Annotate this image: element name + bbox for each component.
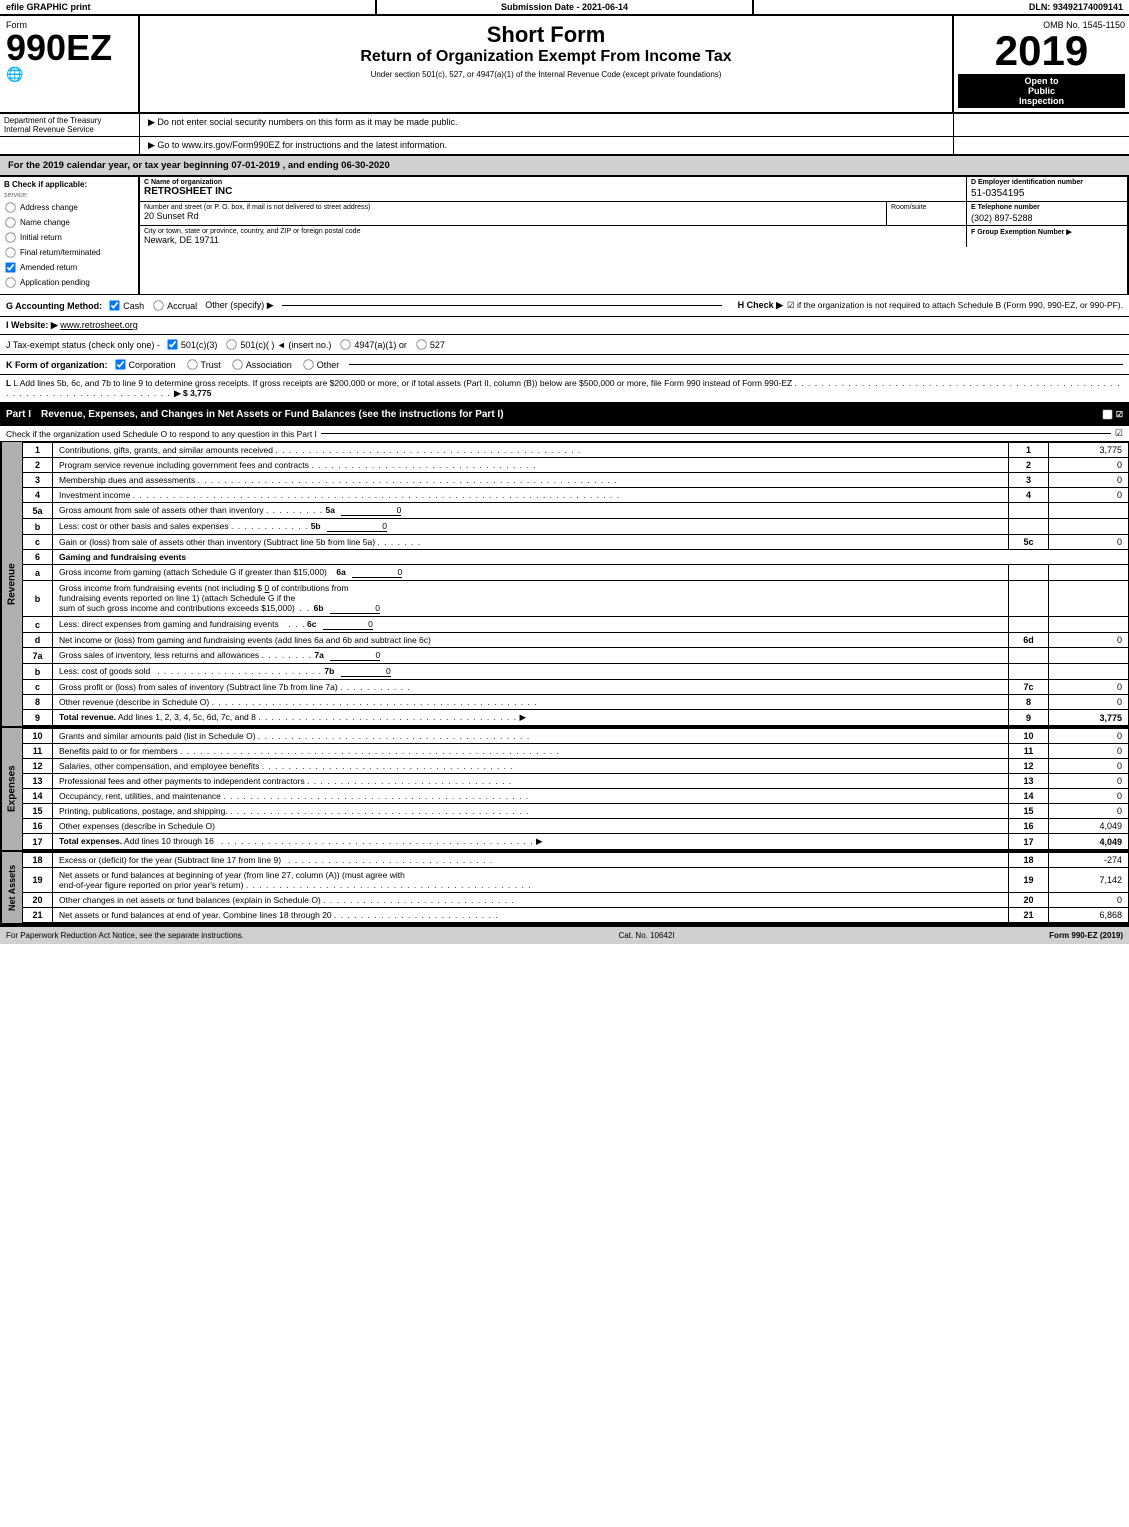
addlines-text: L Add lines 5b, 6c, and 7b to line 9 to … — [13, 378, 792, 388]
table-row: 8 Other revenue (describe in Schedule O)… — [23, 695, 1129, 710]
title-main: Short Form — [146, 22, 946, 48]
footer-cat: Cat. No. 10642I — [619, 931, 675, 940]
table-row: b Less: cost or other basis and sales ex… — [23, 519, 1129, 535]
table-row: 4 Investment income . . . . . . . . . . … — [23, 488, 1129, 503]
table-row: 16 Other expenses (describe in Schedule … — [23, 819, 1129, 834]
page-container: efile GRAPHIC print Submission Date - 20… — [0, 0, 1129, 944]
schedule-o-check[interactable] — [1101, 408, 1116, 421]
table-row: c Gross profit or (loss) from sales of i… — [23, 680, 1129, 695]
cash-check[interactable]: Cash — [108, 299, 144, 312]
table-row: 7a Gross sales of inventory, less return… — [23, 648, 1129, 664]
accounting-h-label: H Check ▶ — [738, 300, 783, 311]
table-row: 10 Grants and similar amounts paid (list… — [23, 729, 1129, 744]
table-row: 14 Occupancy, rent, utilities, and maint… — [23, 789, 1129, 804]
note2: ▶ Go to www.irs.gov/Form990EZ for instru… — [148, 140, 945, 151]
dept-sub: Internal Revenue Service — [4, 125, 135, 134]
check-label-b: B Check if applicable: — [4, 180, 134, 189]
public-label: Public — [960, 86, 1123, 96]
table-row: 1 Contributions, gifts, grants, and simi… — [23, 443, 1129, 458]
table-row: 12 Salaries, other compensation, and emp… — [23, 759, 1129, 774]
phone-value: (302) 897-5288 — [971, 213, 1123, 223]
formorg-corp[interactable]: Corporation — [114, 358, 176, 371]
room-label: Room/suite — [891, 204, 962, 211]
initial-return-check[interactable]: Initial return — [4, 231, 134, 244]
table-row: 17 Total expenses. Add lines 10 through … — [23, 834, 1129, 850]
final-return-check[interactable]: Final return/terminated — [4, 246, 134, 259]
open-to: Open to — [960, 76, 1123, 86]
city-value: Newark, DE 19711 — [144, 235, 962, 245]
taxstatus-4947[interactable]: 4947(a)(1) or — [339, 338, 407, 351]
table-row: 2 Program service revenue including gove… — [23, 458, 1129, 473]
inspection-label: Inspection — [960, 96, 1123, 106]
taxstatus-501c3[interactable]: 501(c)(3) — [166, 338, 218, 351]
formorg-assoc[interactable]: Association — [231, 358, 292, 371]
ein-label: D Employer identification number — [971, 179, 1123, 186]
table-row: b Gross income from fundraising events (… — [23, 581, 1129, 617]
taxstatus-label: J Tax-exempt status (check only one) - — [6, 340, 160, 350]
year-display: 2019 — [958, 30, 1125, 72]
title-note: Under section 501(c), 527, or 4947(a)(1)… — [146, 70, 946, 79]
footer-form: Form 990-EZ (2019) — [1049, 931, 1123, 940]
org-name-value: RETROSHEET INC — [144, 186, 962, 197]
table-row: 5a Gross amount from sale of assets othe… — [23, 503, 1129, 519]
table-row: 9 Total revenue. Add lines 1, 2, 3, 4, 5… — [23, 710, 1129, 726]
table-row: 6 Gaming and fundraising events — [23, 550, 1129, 565]
address-value: 20 Sunset Rd — [144, 211, 882, 221]
formorg-label: K Form of organization: — [6, 360, 108, 370]
check-schedule-text: Check if the organization used Schedule … — [6, 429, 317, 439]
dln: DLN: 93492174009141 — [754, 0, 1129, 14]
addlines-amount: ▶ $ 3,775 — [174, 388, 211, 398]
formorg-trust[interactable]: Trust — [186, 358, 221, 371]
part1-title: Revenue, Expenses, and Changes in Net As… — [41, 409, 1091, 420]
phone-label: E Telephone number — [971, 204, 1123, 211]
expenses-side-label: Expenses — [0, 728, 22, 850]
tax-year-row: For the 2019 calendar year, or tax year … — [0, 156, 1129, 177]
accounting-g-label: G Accounting Method: — [6, 301, 102, 311]
submission-date: Submission Date - 2021-06-14 — [377, 0, 754, 14]
table-row: a Gross income from gaming (attach Sched… — [23, 565, 1129, 581]
table-row: 13 Professional fees and other payments … — [23, 774, 1129, 789]
emoji-icon: 🌐 — [6, 66, 132, 83]
application-pending-check[interactable]: Application pending — [4, 276, 134, 289]
address-change-check[interactable]: Address change — [4, 201, 134, 214]
website-url: www.retrosheet.org — [60, 320, 138, 330]
efile-label: efile GRAPHIC print — [0, 0, 377, 14]
taxstatus-501c[interactable]: 501(c)( ) ◄ (insert no.) — [225, 338, 331, 351]
table-row: c Less: direct expenses from gaming and … — [23, 617, 1129, 633]
title-sub: Return of Organization Exempt From Incom… — [146, 48, 946, 66]
table-row: 20 Other changes in net assets or fund b… — [23, 893, 1129, 908]
accounting-h-text: ☑ if the organization is not required to… — [787, 300, 1123, 311]
footer-row: For Paperwork Reduction Act Notice, see … — [0, 925, 1129, 944]
table-row: 11 Benefits paid to or for members . . .… — [23, 744, 1129, 759]
table-row: d Net income or (loss) from gaming and f… — [23, 633, 1129, 648]
revenue-side-label: Revenue — [0, 442, 22, 726]
address-label: Number and street (or P. O. box, if mail… — [144, 204, 882, 211]
name-change-check[interactable]: Name change — [4, 216, 134, 229]
table-row: b Less: cost of goods sold . . . . . . .… — [23, 664, 1129, 680]
org-name-label: C Name of organization — [144, 179, 962, 186]
ein-value: 51-0354195 — [971, 188, 1123, 199]
group-label: F Group Exemption Number ▶ — [971, 228, 1123, 236]
table-row: c Gain or (loss) from sale of assets oth… — [23, 535, 1129, 550]
form-number: 990EZ — [6, 30, 132, 66]
accrual-check[interactable]: Accrual — [152, 299, 197, 312]
part1-label: Part I — [6, 409, 31, 420]
website-label: I Website: ▶ — [6, 320, 58, 330]
dept-name: Department of the Treasury — [4, 116, 135, 125]
city-label: City or town, state or province, country… — [144, 228, 962, 235]
table-row: 15 Printing, publications, postage, and … — [23, 804, 1129, 819]
taxstatus-527[interactable]: 527 — [415, 338, 445, 351]
note1: ▶ Do not enter social security numbers o… — [148, 117, 945, 128]
other-specify: Other (specify) ▶ — [205, 300, 273, 311]
check-service: service: — [4, 192, 134, 199]
table-row: 19 Net assets or fund balances at beginn… — [23, 868, 1129, 893]
formorg-other[interactable]: Other — [302, 358, 340, 371]
netassets-side-label: Net Assets — [0, 852, 22, 923]
amended-return-check[interactable]: Amended return — [4, 261, 134, 274]
table-row: 18 Excess or (deficit) for the year (Sub… — [23, 853, 1129, 868]
table-row: 3 Membership dues and assessments . . . … — [23, 473, 1129, 488]
footer-paperwork: For Paperwork Reduction Act Notice, see … — [6, 931, 244, 940]
table-row: 21 Net assets or fund balances at end of… — [23, 908, 1129, 923]
